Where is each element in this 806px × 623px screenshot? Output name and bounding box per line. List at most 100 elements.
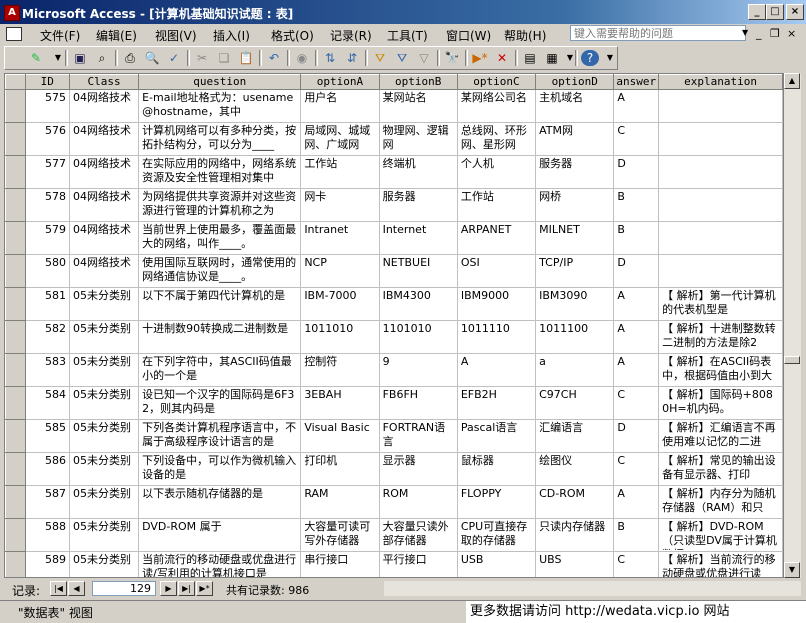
scroll-up-icon[interactable]: ▲ <box>784 73 800 89</box>
cell-option-d[interactable]: IBM3090 <box>535 287 615 321</box>
cell-answer[interactable]: B <box>613 221 660 255</box>
first-record-icon[interactable]: |◀ <box>50 581 67 596</box>
view-design-icon[interactable]: ✎ <box>27 50 45 66</box>
cell-id[interactable]: 584 <box>24 386 70 420</box>
cell-option-b[interactable]: 终端机 <box>378 155 458 189</box>
cell-answer[interactable]: C <box>613 551 660 577</box>
print-icon[interactable]: ⎙ <box>121 50 139 66</box>
menu-help[interactable]: 帮助(H) <box>504 27 546 44</box>
cell-option-c[interactable]: 总线网、环形网、星形网 <box>456 122 537 156</box>
new-object-icon[interactable]: ▦ <box>543 50 561 66</box>
cell-option-c[interactable]: FLOPPY <box>456 485 537 519</box>
cell-option-a[interactable]: 局域网、城域网、广域网 <box>300 122 380 156</box>
filter-by-selection-icon[interactable]: ⛛ <box>371 50 389 66</box>
cell-option-a[interactable]: IBM-7000 <box>300 287 380 321</box>
find-icon[interactable]: 🔭 <box>443 50 461 66</box>
cell-option-d[interactable]: 主机域名 <box>535 89 615 123</box>
previous-record-icon[interactable]: ◀ <box>68 581 85 596</box>
cell-class[interactable]: 05未分类别 <box>68 320 140 354</box>
cell-explanation[interactable]: 【 解析】在ASCII码表中，根据码值由小到大 <box>658 353 783 387</box>
ask-question-input[interactable]: 键入需要帮助的问题 <box>570 25 746 41</box>
row-selector[interactable] <box>5 485 26 519</box>
cell-answer[interactable]: C <box>613 386 660 420</box>
row-selector[interactable] <box>5 320 26 354</box>
cell-class[interactable]: 05未分类别 <box>68 518 140 552</box>
table-row[interactable]: 579 04网络技术 当前世界上使用最多，覆盖面最大的网络，叫作____。 Intra… <box>5 221 783 255</box>
cell-option-b[interactable]: ROM <box>378 485 458 519</box>
cell-question[interactable]: 下列各类计算机程序语言中，不属于高级程序设计语言的是 <box>138 419 302 453</box>
print-preview-icon[interactable]: 🔍 <box>143 50 161 66</box>
select-all-corner[interactable] <box>5 74 26 90</box>
cell-class[interactable]: 04网络技术 <box>68 221 140 255</box>
cell-class[interactable]: 04网络技术 <box>68 122 140 156</box>
cell-question[interactable]: 为网络提供共享资源并对这些资源进行管理的计算机称之为 <box>138 188 302 222</box>
cell-explanation[interactable]: 【 解析】第一代计算机的代表机型是 <box>658 287 783 321</box>
cell-question[interactable]: 在下列字符中，其ASCII码值最小的一个是 <box>138 353 302 387</box>
database-window-icon[interactable]: ▤ <box>521 50 539 66</box>
cell-class[interactable]: 05未分类别 <box>68 353 140 387</box>
cell-answer[interactable]: B <box>613 188 660 222</box>
cell-explanation[interactable] <box>658 221 783 255</box>
table-row[interactable]: 575 04网络技术 E-mail地址格式为：usename@hostname，其中… <box>5 89 783 123</box>
save-icon[interactable]: ▣ <box>71 50 89 66</box>
next-record-icon[interactable]: ▶ <box>160 581 177 596</box>
column-header-option-a[interactable]: optionA <box>300 74 380 90</box>
cell-explanation[interactable] <box>658 122 783 156</box>
cell-option-b[interactable]: FB6FH <box>378 386 458 420</box>
cell-option-c[interactable]: USB <box>456 551 537 577</box>
cell-question[interactable]: 设已知一个汉字的国际码是6F32，则其内码是 <box>138 386 302 420</box>
cell-id[interactable]: 576 <box>24 122 70 156</box>
cell-class[interactable]: 05未分类别 <box>68 452 140 486</box>
column-header-question[interactable]: question <box>138 74 302 90</box>
table-row[interactable]: 587 05未分类别 以下表示随机存储器的是 RAM ROM FLOPPY CD-ROM A 【… <box>5 485 783 519</box>
cell-id[interactable]: 586 <box>24 452 70 486</box>
cell-option-b[interactable]: 显示器 <box>378 452 458 486</box>
cell-id[interactable]: 583 <box>24 353 70 387</box>
cell-option-a[interactable]: 3EBAH <box>300 386 380 420</box>
cell-question[interactable]: 以下不属于第四代计算机的是 <box>138 287 302 321</box>
new-record-icon[interactable]: ▶* <box>471 50 489 66</box>
restore-button[interactable]: □ <box>766 4 784 20</box>
horizontal-scrollbar[interactable] <box>384 581 801 596</box>
row-selector[interactable] <box>5 551 26 577</box>
close-button[interactable]: × <box>786 4 804 20</box>
cell-answer[interactable]: D <box>613 419 660 453</box>
cell-explanation[interactable] <box>658 89 783 123</box>
cell-explanation[interactable]: 【 解析】国际码+8080H=机内码。 <box>658 386 783 420</box>
paste-icon[interactable]: 📋 <box>237 50 255 66</box>
table-row[interactable]: 576 04网络技术 计算机网络可以有多种分类，按拓扑结构分，可以分为____ 局域网… <box>5 122 783 156</box>
cell-class[interactable]: 04网络技术 <box>68 188 140 222</box>
doc-close-button[interactable]: × <box>787 27 796 40</box>
cell-option-a[interactable]: 打印机 <box>300 452 380 486</box>
cell-question[interactable]: E-mail地址格式为：usename@hostname，其中 <box>138 89 302 123</box>
access-app-icon[interactable]: A <box>4 5 20 21</box>
cell-class[interactable]: 05未分类别 <box>68 419 140 453</box>
table-row[interactable]: 577 04网络技术 在实际应用的网络中，网络系统资源及安全性管理相对集中 工作站 终端… <box>5 155 783 189</box>
cell-answer[interactable]: A <box>613 353 660 387</box>
cell-option-d[interactable]: 汇编语言 <box>535 419 615 453</box>
undo-icon[interactable]: ↶ <box>265 50 283 66</box>
delete-record-icon[interactable]: ✕ <box>493 50 511 66</box>
current-record-input[interactable]: 129 <box>92 581 156 596</box>
apply-filter-icon[interactable]: ▽ <box>415 50 433 66</box>
cell-id[interactable]: 581 <box>24 287 70 321</box>
toolbar-options-icon[interactable]: ▼ <box>601 50 619 66</box>
cell-option-c[interactable]: OSI <box>456 254 537 288</box>
help-icon[interactable]: ? <box>581 50 599 66</box>
cell-option-d[interactable]: 服务器 <box>535 155 615 189</box>
cell-id[interactable]: 580 <box>24 254 70 288</box>
column-header-id[interactable]: ID <box>24 74 70 90</box>
menu-edit[interactable]: 编辑(E) <box>96 27 137 44</box>
cell-answer[interactable]: A <box>613 485 660 519</box>
cell-question[interactable]: 计算机网络可以有多种分类，按拓扑结构分，可以分为____ <box>138 122 302 156</box>
menu-file[interactable]: 文件(F) <box>40 27 80 44</box>
cell-option-a[interactable]: NCP <box>300 254 380 288</box>
cell-explanation[interactable]: 【 解析】内存分为随机存储器（RAM）和只 <box>658 485 783 519</box>
column-header-answer[interactable]: answer <box>613 74 660 90</box>
minimize-button[interactable]: _ <box>748 4 766 20</box>
vertical-scrollbar[interactable]: ▲ ▼ <box>784 73 801 578</box>
cell-class[interactable]: 04网络技术 <box>68 254 140 288</box>
menu-format[interactable]: 格式(O) <box>271 27 314 44</box>
table-row[interactable]: 583 05未分类别 在下列字符中，其ASCII码值最小的一个是 控制符 9 Aa A 【 解… <box>5 353 783 387</box>
cell-explanation[interactable]: 【 解析】十进制整数转二进制的方法是除2 <box>658 320 783 354</box>
